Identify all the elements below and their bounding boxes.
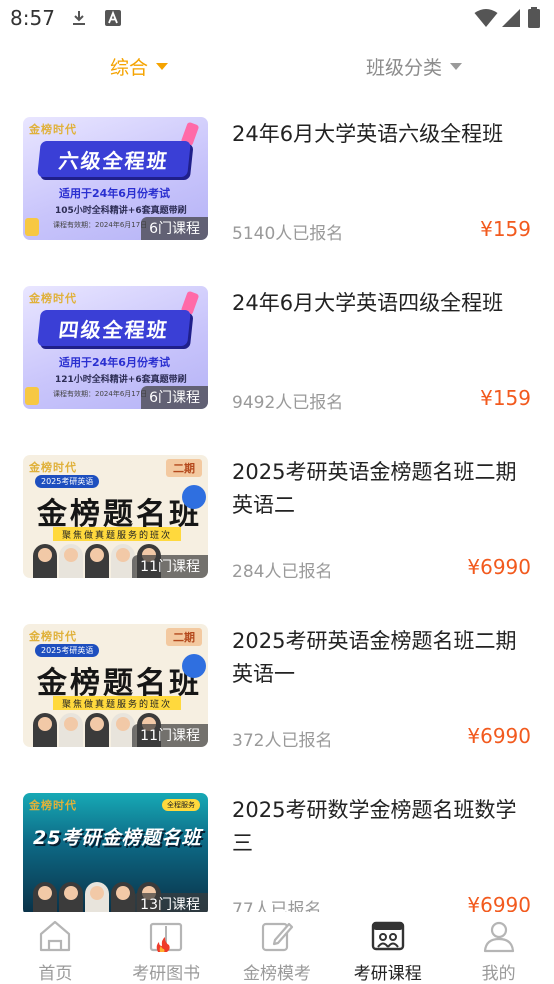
battery-icon <box>528 7 540 28</box>
bottom-nav: 首页 考研图书 金榜模考 考研课程 我的 <box>0 912 554 984</box>
teacher-avatar <box>33 882 57 912</box>
course-count-badge: 13门课程 <box>132 893 208 912</box>
thumb-line: 适用于24年6月份考试 <box>59 187 170 200</box>
teacher-avatar <box>85 544 109 578</box>
home-icon <box>40 920 71 952</box>
thumb-ribbon: 全程服务 <box>162 799 200 811</box>
course-count-badge: 6门课程 <box>141 217 208 240</box>
course-thumbnail: 金榜时代 六级全程班 适用于24年6月份考试 105小时全科精讲+6套真题带刷 … <box>23 117 208 240</box>
app-notification-icon <box>105 10 121 26</box>
thumb-logo: 金榜时代 <box>29 461 77 474</box>
teacher-avatar <box>85 713 109 747</box>
course-thumbnail: 金榜时代 四级全程班 适用于24年6月份考试 121小时全科精讲+6套真题带刷 … <box>23 286 208 409</box>
course-price: ¥159 <box>480 217 531 241</box>
course-item[interactable]: 金榜时代 六级全程班 适用于24年6月份考试 105小时全科精讲+6套真题带刷 … <box>0 100 554 244</box>
thumb-line: 课程有效期：2024年6月17日 <box>53 221 148 229</box>
nav-label: 首页 <box>38 964 73 984</box>
decoration-shape <box>25 387 39 405</box>
course-price: ¥159 <box>480 386 531 410</box>
thumb-banner: 六级全程班 <box>37 141 191 177</box>
status-time: 8:57 <box>10 6 55 30</box>
nav-label: 考研图书 <box>132 964 201 984</box>
thumb-logo: 金榜时代 <box>29 630 77 643</box>
teacher-avatar <box>59 882 83 912</box>
course-price: ¥6990 <box>467 893 531 912</box>
thumb-line: 课程有效期：2024年6月17日 <box>53 390 148 398</box>
nav-label: 考研课程 <box>353 964 422 984</box>
thumb-logo: 金榜时代 <box>29 123 77 136</box>
enrolled-count: 5140人已报名 <box>232 224 344 244</box>
course-thumbnail: 金榜时代 二期 2025考研英语 金榜题名班 聚焦做真题服务的班次 11门课程 <box>23 624 208 747</box>
course-list[interactable]: 金榜时代 六级全程班 适用于24年6月份考试 105小时全科精讲+6套真题带刷 … <box>0 100 554 912</box>
nav-label: 我的 <box>481 964 516 984</box>
nav-label: 金榜模考 <box>242 964 311 984</box>
caret-down-icon <box>450 62 463 70</box>
thumb-banner: 四级全程班 <box>37 310 191 346</box>
download-icon <box>73 11 85 25</box>
enrolled-count: 9492人已报名 <box>232 393 344 413</box>
thumb-pill: 2025考研英语 <box>35 475 100 488</box>
course-icon <box>371 921 404 951</box>
course-price: ¥6990 <box>467 724 531 748</box>
wifi-icon <box>474 9 498 27</box>
status-bar: 8:57 <box>0 0 554 36</box>
course-thumbnail: 金榜时代 二期 2025考研英语 金榜题名班 聚焦做真题服务的班次 11门课程 <box>23 455 208 578</box>
nav-item-home[interactable]: 首页 <box>0 912 111 984</box>
caret-down-icon <box>156 62 169 70</box>
course-count-badge: 6门课程 <box>141 386 208 409</box>
course-title: 2025考研英语金榜题名班二期英语一 <box>232 629 517 686</box>
thumb-strip: 聚焦做真题服务的班次 <box>53 527 181 541</box>
thumb-line: 适用于24年6月份考试 <box>59 356 170 369</box>
seal-icon <box>182 485 206 509</box>
course-title: 24年6月大学英语四级全程班 <box>232 291 504 315</box>
thumb-phase-tag: 二期 <box>166 628 202 646</box>
nav-item-profile[interactable]: 我的 <box>443 912 554 984</box>
thumb-phase-tag: 二期 <box>166 459 202 477</box>
enrolled-count: 77人已报名 <box>232 900 322 912</box>
enrolled-count: 284人已报名 <box>232 562 333 582</box>
course-item[interactable]: 金榜时代 全程服务 25考研金榜题名班 13门课程 2025考研数学金榜题名班数… <box>0 776 554 912</box>
course-count-badge: 11门课程 <box>132 724 208 747</box>
filter-tab-class-category-label: 班级分类 <box>366 56 443 79</box>
thumb-logo: 金榜时代 <box>29 799 77 812</box>
thumb-logo: 金榜时代 <box>29 292 77 305</box>
filter-bar: 综合 班级分类 <box>0 44 554 88</box>
thumb-line: 121小时全科精讲+6套真题带刷 <box>55 375 187 385</box>
thumb-line: 105小时全科精讲+6套真题带刷 <box>55 206 187 216</box>
teacher-avatar <box>33 713 57 747</box>
seal-icon <box>182 654 206 678</box>
teacher-avatar <box>33 544 57 578</box>
thumb-big-title: 25考研金榜题名班 <box>33 827 202 849</box>
course-item[interactable]: 金榜时代 四级全程班 适用于24年6月份考试 121小时全科精讲+6套真题带刷 … <box>0 269 554 413</box>
course-title: 2025考研数学金榜题名班数学三 <box>232 798 517 855</box>
filter-tab-general-label: 综合 <box>110 56 149 79</box>
filter-tab-general[interactable]: 综合 <box>110 52 169 80</box>
course-thumbnail: 金榜时代 全程服务 25考研金榜题名班 13门课程 <box>23 793 208 912</box>
enrolled-count: 372人已报名 <box>232 731 333 751</box>
thumb-pill: 2025考研英语 <box>35 644 100 657</box>
course-item[interactable]: 金榜时代 二期 2025考研英语 金榜题名班 聚焦做真题服务的班次 11门课程 … <box>0 438 554 582</box>
filter-tab-class-category[interactable]: 班级分类 <box>366 52 463 80</box>
nav-item-mock-exam[interactable]: 金榜模考 <box>222 912 333 984</box>
profile-icon <box>483 921 514 953</box>
thumb-strip: 聚焦做真题服务的班次 <box>53 696 181 710</box>
nav-item-courses[interactable]: 考研课程 <box>332 912 443 984</box>
teacher-avatar <box>85 882 109 912</box>
decoration-shape <box>25 218 39 236</box>
nav-item-books[interactable]: 考研图书 <box>111 912 222 984</box>
course-item[interactable]: 金榜时代 二期 2025考研英语 金榜题名班 聚焦做真题服务的班次 11门课程 … <box>0 607 554 751</box>
course-title: 24年6月大学英语六级全程班 <box>232 122 504 146</box>
book-icon <box>150 922 183 952</box>
exam-edit-icon <box>261 922 294 952</box>
course-title: 2025考研英语金榜题名班二期英语二 <box>232 460 517 517</box>
signal-icon <box>502 9 520 27</box>
teacher-avatar <box>59 544 83 578</box>
course-price: ¥6990 <box>467 555 531 579</box>
course-count-badge: 11门课程 <box>132 555 208 578</box>
teacher-avatar <box>59 713 83 747</box>
